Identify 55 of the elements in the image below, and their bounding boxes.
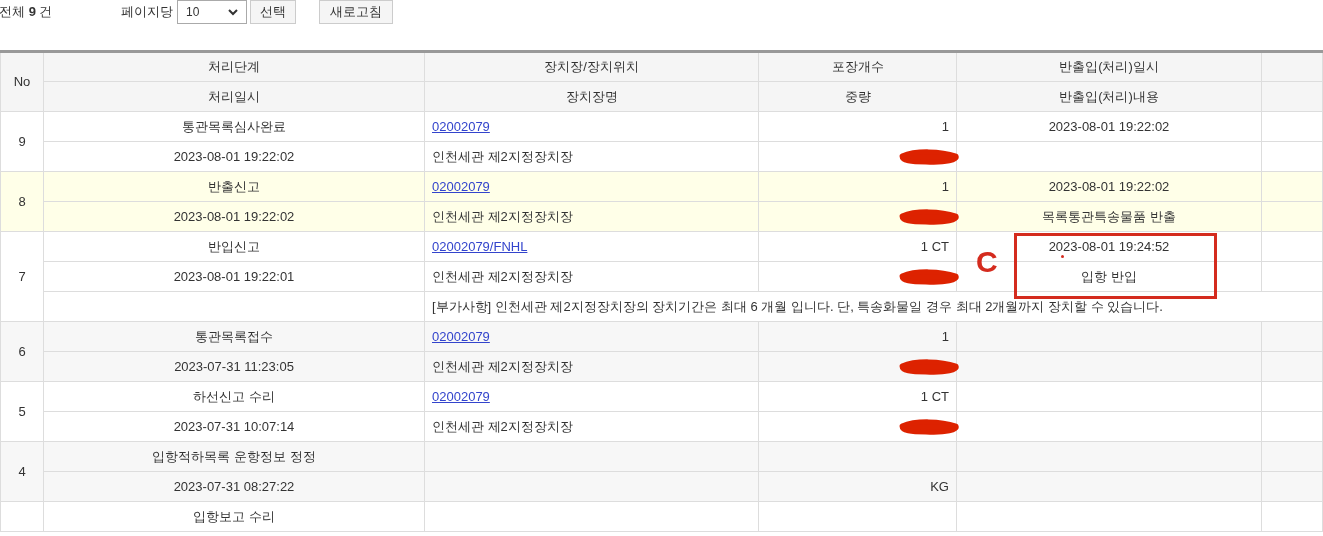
datetime-cell: 2023-08-01 19:22:02 [43,141,425,172]
count-cell: 1 [758,321,957,352]
row-number: 8 [0,171,44,232]
weight-cell: KG [758,471,957,502]
stage-cell: 입항적하목록 운항정보 정정 [43,441,425,472]
column-header: 반출입(처리)일시 [956,51,1262,82]
location-link[interactable]: 02002079 [432,118,490,134]
stage-cell: 반출신고 [43,171,425,202]
datetime-cell: 2023-08-01 19:22:02 [43,201,425,232]
column-header: 장치장명 [424,81,759,112]
row-number: 4 [0,441,44,502]
column-header: 반출입(처리)내용 [956,81,1262,112]
stage-cell: 반입신고 [43,231,425,262]
datetime-cell: 2023-08-01 19:22:02 [956,111,1262,142]
location-name-cell: 인천세관 제2지정장치장 [424,261,759,292]
per-page-select[interactable]: 10 [177,0,247,24]
row-number: 7 [0,231,44,322]
refresh-button[interactable]: 새로고침 [319,0,393,24]
column-header: 장치장/장치위치 [424,51,759,82]
stage-cell: 하선신고 수리 [43,381,425,412]
column-header: 중량 [758,81,957,112]
location-name-cell: 인천세관 제2지정장치장 [424,141,759,172]
count-cell: 1 [758,111,957,142]
datetime-cell: 2023-07-31 08:27:22 [43,471,425,502]
datetime-cell: 2023-07-31 11:23:05 [43,351,425,382]
datetime-cell: 2023-07-31 10:07:14 [43,411,425,442]
datetime-cell: 2023-08-01 19:22:02 [956,171,1262,202]
count-cell: 1 CT [758,231,957,262]
stage-cell: 입항보고 수리 [43,501,425,532]
content-cell: 목록통관특송물품 반출 [956,201,1262,232]
note-text: [부가사항] 인천세관 제2지정장치장의 장치기간은 최대 6 개월 입니다. 단, 특송화물일 경우 최대 2개월까지 장치할 수 있습니다. [424,291,1323,322]
location-link[interactable]: 02002079 [432,388,490,404]
column-header: 처리일시 [43,81,425,112]
column-header: No [0,51,44,112]
select-button[interactable]: 선택 [250,0,296,24]
location-name-cell: 인천세관 제2지정장치장 [424,351,759,382]
datetime-cell: 2023-08-01 19:22:01 [43,261,425,292]
location-link[interactable]: 02002079 [432,328,490,344]
row-number: 5 [0,381,44,442]
count-cell: 1 CT [758,381,957,412]
annotation-label: C [976,247,998,277]
column-header: 처리단계 [43,51,425,82]
caret-icon [228,8,238,16]
per-page-label: 페이지당 [121,3,173,22]
location-link[interactable]: 02002079 [432,178,490,194]
location-name-cell: 인천세관 제2지정장치장 [424,411,759,442]
count-cell: 1 [758,171,957,202]
column-header: 포장개수 [758,51,957,82]
location-name-cell: 인천세관 제2지정장치장 [424,201,759,232]
location-link[interactable]: 02002079/FNHL [432,238,528,254]
stage-cell: 통관목록심사완료 [43,111,425,142]
row-number: 6 [0,321,44,382]
stage-cell: 통관목록접수 [43,321,425,352]
total-count: 전체 9 건 [0,3,54,22]
row-number: 9 [0,111,44,172]
